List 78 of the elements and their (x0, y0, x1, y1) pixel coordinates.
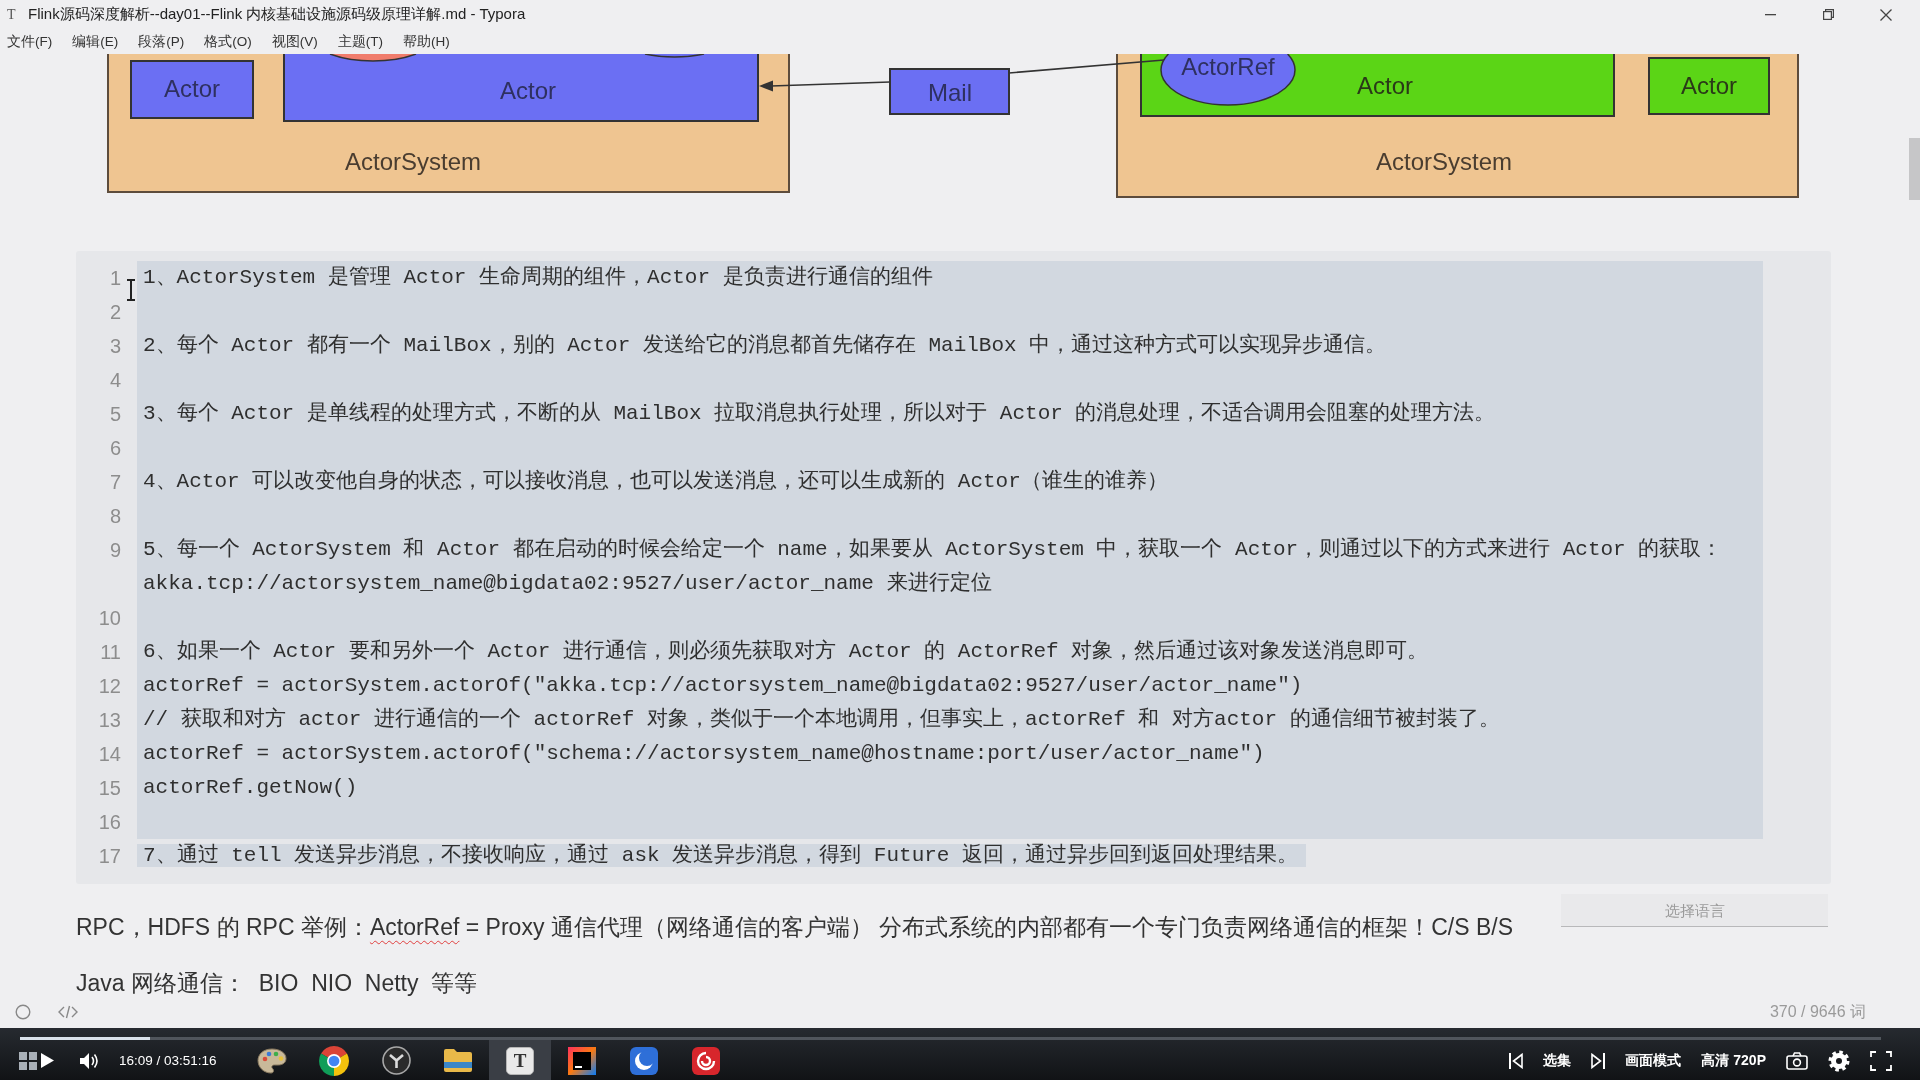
code-text: 7、通过 tell 发送异步消息，不接收响应，通过 ask 发送异步消息，得到 Future 返回，通过异步回到返回处理结果。 (137, 844, 1307, 867)
progress-track[interactable] (20, 1037, 1881, 1040)
previous-icon[interactable] (1509, 1052, 1524, 1069)
restore-icon[interactable] (1822, 9, 1834, 20)
line-number: 12 (98, 674, 121, 699)
fullscreen-icon[interactable] (1870, 1050, 1892, 1071)
system-label: ActorSystem (1376, 148, 1512, 175)
crescent-tile-icon[interactable] (630, 1046, 658, 1075)
line-number: 5 (109, 402, 121, 427)
body-text: RPC，HDFS 的 RPC 举例：ActorRef = Proxy 通信代理（网络通信的客户端） 分布式系统的内部都有一个专门负责网络通信的框架！C/S B/S (76, 913, 1513, 942)
menu-item[interactable]: 帮助(H) (396, 30, 463, 53)
code-text: // 获取和对方 actor 进行通信的一个 actorRef 对象，类似于一个本地调用，但事实上，actorRef 和 对方actor 的通信细节被封装了。 (143, 708, 1500, 731)
quality-button[interactable]: 高清 720P (1701, 1051, 1766, 1070)
code-text: 3、每个 Actor 是单线程的处理方式，不断的从 MailBox 拉取消息执行处理，所以对于 Actor 的消息处理，不适合调用会阻塞的处理方法。 (143, 402, 1496, 425)
language-field[interactable]: 选择语言 (1561, 894, 1828, 927)
body-text: Java 网络通信： BIO NIO Netty 等等 (76, 969, 478, 998)
menu-item[interactable]: 视图(V) (264, 30, 331, 53)
line-number: 16 (98, 810, 121, 835)
actor-label: Actor (1681, 72, 1737, 99)
app-logo: T (7, 6, 17, 23)
code-text: 4、Actor 可以改变他自身的状态，可以接收消息，也可以发送消息，还可以生成新的 Actor（谁生的谁养） (143, 470, 1168, 493)
actor-label: Actor (164, 75, 220, 102)
circle-icon[interactable] (15, 1004, 31, 1020)
line-number: 10 (98, 606, 121, 631)
playback-time: 16:09 / 03:51:16 (119, 1053, 217, 1068)
code-text: 2、每个 Actor 都有一个 MailBox，别的 Actor 发送给它的消息都首先储存在 MailBox 中，通过这种方式可以实现异步通信。 (143, 334, 1387, 357)
scrollbar-thumb[interactable] (1909, 138, 1920, 200)
menu-item[interactable]: 主题(T) (330, 30, 396, 53)
episodes-button[interactable]: 选集 (1543, 1051, 1572, 1070)
menu-item[interactable]: 编辑(E) (65, 30, 132, 53)
circle-logo-icon[interactable] (381, 1046, 411, 1075)
line-number: 2 (109, 300, 121, 325)
line-number: 9 (109, 538, 121, 563)
tricolor-circle-icon[interactable] (319, 1045, 349, 1076)
minimize-icon[interactable] (1764, 13, 1776, 16)
line-number: 7 (109, 470, 121, 495)
close-icon[interactable] (1880, 8, 1892, 21)
actor-label: Actor (1357, 72, 1413, 99)
mail-label: Mail (928, 79, 972, 106)
camera-icon[interactable] (1786, 1051, 1808, 1070)
actor-ref-label: ActorRef (1181, 54, 1275, 80)
line-number: 15 (98, 776, 121, 801)
line-number: 14 (98, 742, 121, 767)
four-squares-icon[interactable] (19, 1051, 37, 1070)
play-icon[interactable] (41, 1053, 54, 1068)
window-title: Flink源码深度解析--day01--Flink 内核基础设施源码级原理详解.md - Typora (28, 5, 526, 24)
text-cursor-icon (126, 279, 136, 301)
code-text: actorRef.getNow() (143, 776, 358, 799)
code-text: actorRef = actorSystem.actorOf("akka.tcp://actorsystem_name@bigdata02:9527/user/actor_name") (143, 674, 1303, 697)
line-number: 13 (98, 708, 121, 733)
settings-icon[interactable] (1828, 1049, 1850, 1072)
line-number: 3 (109, 334, 121, 359)
folder-icon[interactable] (443, 1048, 473, 1073)
square-logo-icon[interactable] (568, 1046, 596, 1075)
taskbar-button[interactable]: T (489, 1040, 551, 1080)
code-text: 5、每一个 ActorSystem 和 Actor 都在启动的时候会给定一个 name，如果要从 ActorSystem 中，获取一个 Actor，则通过以下的方式来进行 Actor 的获取： akka.tcp://actorsystem_name@bigdata02:9527/user/actor_name 来进行定位 (143, 538, 1724, 595)
actor-label: Actor (500, 77, 556, 104)
code-icon[interactable] (58, 1005, 78, 1019)
menu-item[interactable]: 文件(F) (0, 30, 66, 53)
line-number: 6 (109, 436, 121, 461)
volume-icon[interactable] (80, 1051, 100, 1070)
system-label: ActorSystem (345, 148, 481, 175)
line-number: 1 (109, 266, 121, 291)
picture-mode-button[interactable]: 画面模式 (1625, 1051, 1682, 1070)
palette-icon[interactable] (257, 1047, 287, 1074)
line-number: 4 (109, 368, 121, 393)
letter-tile[interactable]: T (506, 1046, 534, 1075)
next-icon[interactable] (1591, 1052, 1606, 1069)
code-text: 1、ActorSystem 是管理 Actor 生命周期的组件，Actor 是负责进行通信的组件 (143, 266, 933, 289)
line-number: 11 (100, 640, 121, 665)
spiral-tile-icon[interactable] (692, 1046, 720, 1075)
menu-item[interactable]: 段落(P) (131, 30, 198, 53)
line-number: 8 (109, 504, 121, 529)
code-text: 6、如果一个 Actor 要和另外一个 Actor 进行通信，则必须先获取对方 Actor 的 ActorRef 对象，然后通过该对象发送消息即可。 (143, 640, 1429, 663)
word-count: 370 / 9646 词 (1769, 1001, 1866, 1022)
menu-item[interactable]: 格式(O) (197, 30, 265, 53)
code-text: actorRef = actorSystem.actorOf("schema://actorsystem_name@hostname:port/user/actor_name") (143, 742, 1265, 765)
line-number: 17 (98, 844, 121, 869)
